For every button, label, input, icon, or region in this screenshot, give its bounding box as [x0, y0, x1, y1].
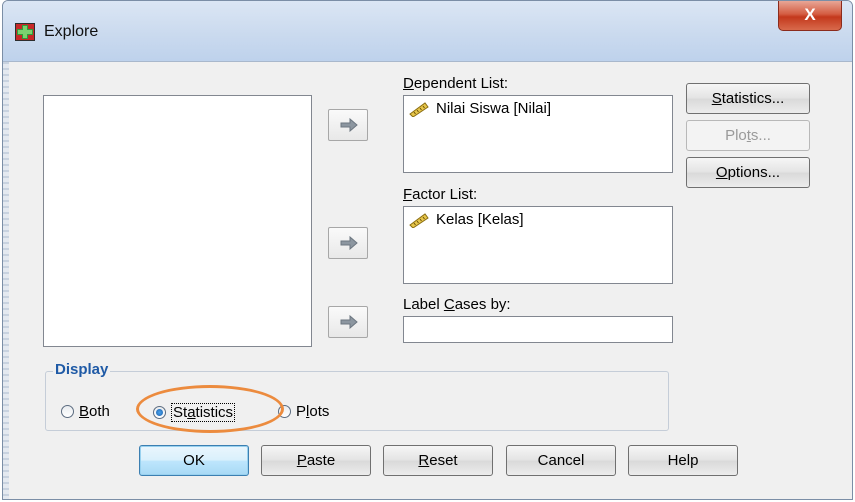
dialog-body: Dependent List: Nilai Siswa [Nilai] Fact…	[3, 62, 852, 499]
factor-list-label: Factor List:	[403, 186, 478, 203]
list-item[interactable]: Nilai Siswa [Nilai]	[408, 100, 551, 117]
display-groupbox	[45, 371, 669, 431]
radio-label: Plots	[296, 403, 330, 420]
label-cases-label: Label Cases by:	[403, 296, 511, 313]
move-to-label-cases-button[interactable]	[328, 306, 368, 338]
move-right-arrow-icon	[340, 118, 358, 132]
window-edge	[3, 62, 9, 499]
display-plots-radio[interactable]: Plots	[278, 403, 329, 420]
dependent-list[interactable]: Nilai Siswa [Nilai]	[403, 95, 673, 173]
list-item[interactable]: Kelas [Kelas]	[408, 211, 524, 228]
display-group-title: Display	[53, 361, 111, 378]
move-to-factor-button[interactable]	[328, 227, 368, 259]
plots-button[interactable]: Plots...	[686, 120, 810, 151]
move-right-arrow-icon	[340, 315, 358, 329]
display-statistics-radio[interactable]: Statistics	[153, 403, 236, 422]
source-variable-list[interactable]	[43, 95, 312, 347]
reset-button[interactable]: Reset	[383, 445, 493, 476]
label-cases-field[interactable]	[403, 316, 673, 343]
display-both-radio[interactable]: Both	[61, 403, 110, 420]
statistics-button[interactable]: Statistics...	[686, 83, 810, 114]
window-title: Explore	[44, 23, 99, 40]
paste-button[interactable]: Paste	[261, 445, 371, 476]
radio-circle	[278, 405, 291, 418]
title-bar: Explore X	[3, 1, 852, 62]
close-button[interactable]: X	[778, 1, 842, 31]
factor-list[interactable]: Kelas [Kelas]	[403, 206, 673, 284]
explore-dialog: Explore X Dependent List: Nilai Siswa [N…	[2, 0, 853, 500]
ruler-scale-variable-icon	[409, 101, 429, 117]
help-button[interactable]: Help	[628, 445, 738, 476]
move-right-arrow-icon	[340, 236, 358, 250]
radio-label: Both	[79, 403, 110, 420]
ruler-scale-variable-icon	[409, 212, 429, 228]
radio-label: Statistics	[171, 403, 236, 422]
ok-button[interactable]: OK	[139, 445, 249, 476]
radio-circle	[61, 405, 74, 418]
radio-circle	[153, 406, 166, 419]
move-to-dependent-button[interactable]	[328, 109, 368, 141]
dependent-list-label: Dependent List:	[403, 75, 509, 92]
explore-app-icon	[15, 23, 35, 41]
options-button[interactable]: Options...	[686, 157, 810, 188]
cancel-button[interactable]: Cancel	[506, 445, 616, 476]
